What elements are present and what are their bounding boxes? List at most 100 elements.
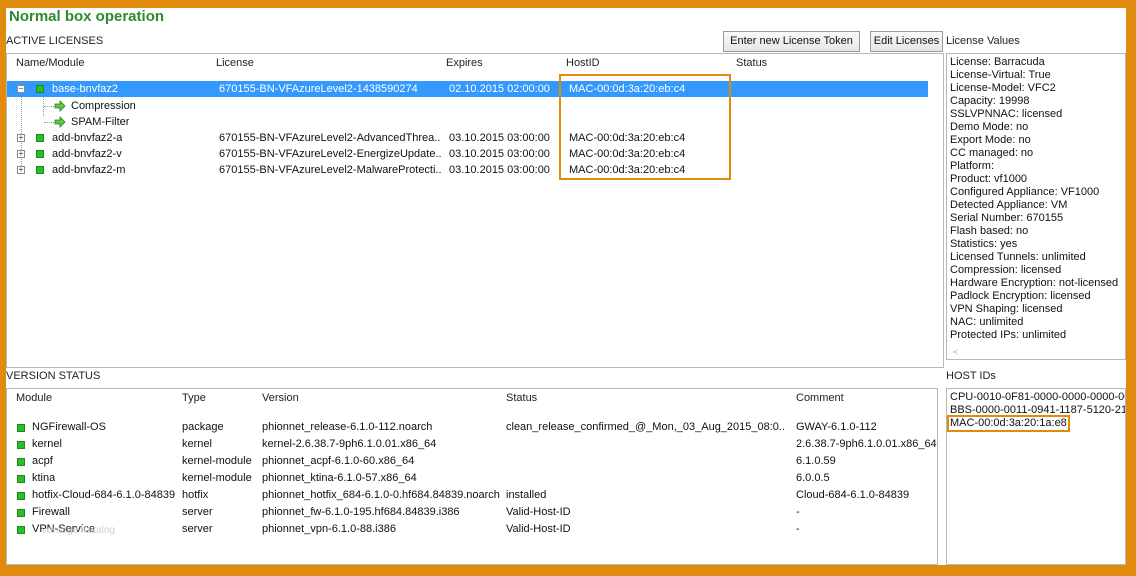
version-comment: -	[796, 506, 800, 518]
version-package: phionnet_fw-6.1.0-195.hf684.84839.i386	[262, 506, 460, 518]
enter-license-token-button[interactable]: Enter new License Token	[723, 31, 860, 52]
license-value-line: Protected IPs: unlimited	[950, 329, 1067, 341]
license-value-line: Compression: licensed	[950, 264, 1062, 276]
license-row[interactable]: + add-bnvfaz2-m 670155-BN-VFAzureLevel2-…	[7, 162, 943, 178]
version-status: Valid-Host-ID	[506, 506, 571, 518]
version-row[interactable]: Firewall server phionnet_fw-6.1.0-195.hf68…	[7, 504, 937, 521]
license-row[interactable]: + add-bnvfaz2-a 670155-BN-VFAzureLevel2-…	[7, 130, 943, 146]
version-row[interactable]: hotfix-Cloud-684-6.1.0-84839 hotfix phionn…	[7, 487, 937, 504]
col-header-version[interactable]: Version	[262, 392, 299, 404]
arrow-right-icon	[54, 100, 66, 112]
col-header-name[interactable]: Name/Module	[16, 57, 84, 69]
status-green-icon	[17, 475, 25, 483]
version-type: hotfix	[182, 489, 209, 501]
license-expires: 03.10.2015 03:00:00	[449, 148, 550, 160]
license-value-line: Hardware Encryption: not-licensed	[950, 277, 1119, 289]
version-status: Valid-Host-ID	[506, 523, 571, 535]
license-value-line: License: Barracuda	[950, 56, 1045, 68]
version-comment: GWAY-6.1.0-112	[796, 421, 877, 433]
license-value-line: CC managed: no	[950, 147, 1034, 159]
license-value-line: Export Mode: no	[950, 134, 1031, 146]
version-row[interactable]: NGFirewall-OS package phionnet_release-6.1…	[7, 419, 937, 436]
scroll-left-icon[interactable]: <	[953, 347, 958, 357]
collapse-icon[interactable]: −	[17, 85, 25, 93]
col-header-license[interactable]: License	[216, 57, 254, 69]
license-name: add-bnvfaz2-v	[52, 148, 122, 160]
version-row[interactable]: acpf kernel-module phionnet_acpf-6.1.0-60.…	[7, 453, 937, 470]
module-name: SPAM-Filter	[71, 116, 130, 128]
license-value-line: Padlock Encryption: licensed	[950, 290, 1091, 302]
license-hostid: MAC-00:0d:3a:20:eb:c4	[569, 83, 686, 95]
status-green-icon	[36, 134, 44, 142]
active-licenses-table: Name/Module License Expires HostID Statu…	[6, 53, 944, 368]
license-id: 670155-BN-VFAzureLevel2-EnergizeUpdate..…	[219, 148, 441, 160]
col-header-comment[interactable]: Comment	[796, 392, 844, 404]
license-module-row[interactable]: Compression	[7, 98, 943, 114]
col-header-hostid[interactable]: HostID	[566, 57, 600, 69]
license-value-line: Capacity: 19998	[950, 95, 1030, 107]
license-hostid: MAC-00:0d:3a:20:eb:c4	[569, 148, 686, 160]
host-id-cpu: CPU-0010-0F81-0000-0000-0000-0000	[950, 391, 1126, 403]
license-value-line: Product: vf1000	[950, 173, 1028, 185]
version-module: NGFirewall-OS	[32, 421, 106, 433]
version-comment: 6.0.0.5	[796, 472, 830, 484]
arrow-right-icon	[54, 116, 66, 128]
license-row[interactable]: + add-bnvfaz2-v 670155-BN-VFAzureLevel2-…	[7, 146, 943, 162]
license-value-line: SSLVPNNAC: licensed	[950, 108, 1063, 120]
license-value-line: Configured Appliance: VF1000	[950, 186, 1100, 198]
page-title: Normal box operation	[9, 8, 165, 25]
license-hostid: MAC-00:0d:3a:20:eb:c4	[569, 132, 686, 144]
license-value-line: Licensed Tunnels: unlimited	[950, 251, 1086, 263]
version-comment: 2.6.38.7-9ph6.1.0.01.x86_64	[796, 438, 937, 450]
version-comment: -	[796, 523, 800, 535]
version-type: kernel	[182, 438, 212, 450]
status-green-icon	[17, 509, 25, 517]
version-package: phionnet_acpf-6.1.0-60.x86_64	[262, 455, 415, 467]
license-row[interactable]: − base-bnvfaz2 670155-BN-VFAzureLevel2-1…	[7, 81, 928, 97]
license-module-row[interactable]: SPAM-Filter	[7, 114, 943, 130]
expand-icon[interactable]: +	[17, 150, 25, 158]
version-comment: 6.1.0.59	[796, 455, 836, 467]
license-id: 670155-BN-VFAzureLevel2-MalwareProtecti.…	[219, 164, 441, 176]
status-green-icon	[36, 150, 44, 158]
license-value-line: Serial Number: 670155	[950, 212, 1064, 224]
license-name: add-bnvfaz2-a	[52, 132, 123, 144]
expand-icon[interactable]: +	[17, 166, 25, 174]
version-type: kernel-module	[182, 472, 252, 484]
version-row[interactable]: ktina kernel-module phionnet_ktina-6.1.0-5…	[7, 470, 937, 487]
license-value-line: Demo Mode: no	[950, 121, 1029, 133]
status-green-icon	[17, 492, 25, 500]
version-row[interactable]: VPN-Service server phionnet_vpn-6.1.0-88.i…	[7, 521, 937, 538]
version-module: ktina	[32, 472, 56, 484]
license-hostid: MAC-00:0d:3a:20:eb:c4	[569, 164, 686, 176]
version-module: Firewall	[32, 506, 70, 518]
license-values-label: License Values	[946, 35, 1020, 47]
version-status-table: Module Type Version Status Comment NGFir…	[6, 388, 938, 565]
col-header-type[interactable]: Type	[182, 392, 206, 404]
version-package: phionnet_release-6.1.0-112.noarch	[262, 421, 433, 433]
edit-licenses-button[interactable]: Edit Licenses	[870, 31, 943, 52]
license-value-line: NAC: unlimited	[950, 316, 1024, 328]
license-expires: 02.10.2015 02:00:00	[449, 83, 550, 95]
license-value-line: Flash based: no	[950, 225, 1029, 237]
col-header-status[interactable]: Status	[736, 57, 767, 69]
license-expires: 03.10.2015 03:00:00	[449, 164, 550, 176]
version-package: phionnet_vpn-6.1.0-88.i386	[262, 523, 396, 535]
license-id: 670155-BN-VFAzureLevel2-1438590274	[219, 83, 418, 95]
license-value-line: Detected Appliance: VM	[950, 199, 1068, 211]
license-expires: 03.10.2015 03:00:00	[449, 132, 550, 144]
module-name: Compression	[71, 100, 136, 112]
version-module: acpf	[32, 455, 53, 467]
col-header-expires[interactable]: Expires	[446, 57, 483, 69]
expand-icon[interactable]: +	[17, 134, 25, 142]
col-header-status[interactable]: Status	[506, 392, 537, 404]
status-green-icon	[17, 458, 25, 466]
version-row[interactable]: kernel kernel kernel-2.6.38.7-9ph6.1.0.01.…	[7, 436, 937, 453]
main-canvas: Normal box operation ACTIVE LICENSES Ent…	[6, 8, 1126, 565]
license-value-line: Platform:	[950, 160, 995, 172]
version-package: phionnet_ktina-6.1.0-57.x86_64	[262, 472, 417, 484]
license-value-line: License-Virtual: True	[950, 69, 1051, 81]
col-header-module[interactable]: Module	[16, 392, 52, 404]
version-status-label: VERSION STATUS	[6, 370, 101, 382]
version-module: hotfix-Cloud-684-6.1.0-84839	[32, 489, 176, 501]
